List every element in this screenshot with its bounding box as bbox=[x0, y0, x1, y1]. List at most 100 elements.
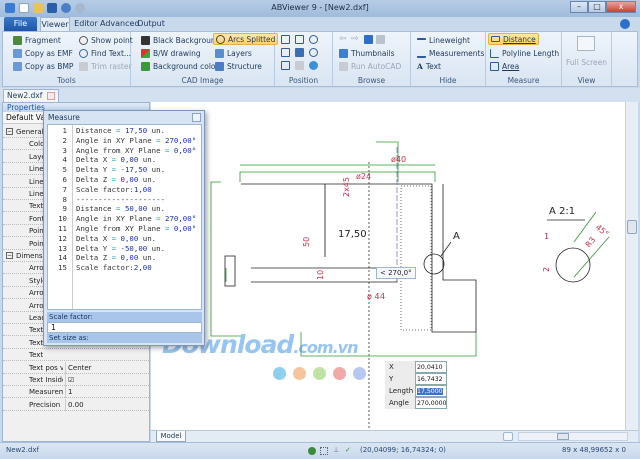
close-button[interactable]: x bbox=[606, 1, 636, 13]
dim-chamfer: 2x45 bbox=[342, 177, 351, 197]
ribbon-tabs: File Viewer Editor Advanced Output bbox=[0, 17, 640, 31]
previous-view-icon[interactable] bbox=[295, 61, 304, 70]
black-background-button[interactable]: Black Background bbox=[139, 34, 222, 46]
text-button[interactable]: A Text bbox=[415, 60, 443, 72]
measurements-button[interactable]: Measurements bbox=[415, 47, 486, 59]
distance-button[interactable]: Distance bbox=[488, 33, 539, 45]
zoom-out-icon[interactable] bbox=[309, 48, 318, 57]
group-label: Browse bbox=[357, 76, 386, 85]
fragment-button[interactable]: Fragment bbox=[11, 34, 63, 46]
copy-emf-button[interactable]: Copy as EMF bbox=[11, 47, 75, 59]
autocad-icon bbox=[339, 61, 348, 71]
zoom-rect-icon[interactable] bbox=[295, 35, 304, 44]
line-number: 14 bbox=[58, 253, 67, 263]
back-arrow-icon[interactable]: ⇦ bbox=[339, 34, 347, 44]
group-browse: ⇦ ⇨ Thumbnails Run AutoCAD Browse bbox=[333, 32, 411, 86]
property-value[interactable]: 1 bbox=[65, 386, 72, 399]
angle-input[interactable]: 270,0000 bbox=[415, 397, 447, 409]
layers-button[interactable]: Layers bbox=[213, 47, 254, 59]
area-button[interactable]: Area bbox=[488, 60, 521, 72]
reload-icon[interactable] bbox=[364, 35, 373, 44]
show-point-button[interactable]: Show point bbox=[77, 34, 135, 46]
tab-file[interactable]: File bbox=[4, 17, 37, 31]
maximize-button[interactable]: □ bbox=[588, 1, 606, 13]
property-row[interactable]: Measuremen1 bbox=[3, 386, 149, 399]
collapse-icon[interactable]: − bbox=[6, 252, 13, 259]
thumbnails-icon bbox=[339, 48, 348, 58]
group-label: Tools bbox=[57, 76, 76, 85]
line-number: 8 bbox=[62, 194, 67, 204]
layout-options-icon[interactable] bbox=[503, 432, 513, 441]
property-row[interactable]: Text Inside ☑ bbox=[3, 374, 149, 386]
fit-icon[interactable] bbox=[295, 48, 304, 57]
copy-bmp-button[interactable]: Copy as BMP bbox=[11, 60, 75, 72]
property-value[interactable]: Center bbox=[65, 361, 92, 374]
property-row[interactable]: Text bbox=[3, 349, 149, 362]
dim-50: 50 bbox=[302, 237, 311, 247]
property-name: Text pos ve bbox=[29, 363, 63, 372]
close-panel-icon[interactable] bbox=[192, 113, 201, 122]
tab-advanced[interactable]: Advanced bbox=[100, 17, 140, 31]
tab-editor[interactable]: Editor bbox=[72, 17, 100, 31]
collapse-icon[interactable]: − bbox=[6, 128, 13, 135]
thumbnails-button[interactable]: Thumbnails bbox=[337, 47, 397, 59]
tab-model[interactable]: Model bbox=[156, 431, 186, 442]
line-number: 15 bbox=[58, 263, 67, 273]
rotate-icon[interactable] bbox=[281, 61, 290, 70]
tab-output[interactable]: Output bbox=[137, 17, 165, 31]
scroll-thumb[interactable] bbox=[627, 220, 637, 234]
property-row[interactable]: Text pos veCenter bbox=[3, 361, 149, 374]
watermark-dot bbox=[313, 367, 326, 380]
pan-icon[interactable] bbox=[281, 48, 290, 57]
help-icon[interactable] bbox=[620, 19, 630, 29]
line-number: 1 bbox=[62, 126, 67, 135]
measure-line: Distance = 50,00 un. bbox=[76, 204, 166, 214]
structure-button[interactable]: Structure bbox=[213, 60, 264, 72]
property-row[interactable]: Precision 0.00 bbox=[3, 398, 149, 411]
close-tab-icon[interactable] bbox=[47, 92, 55, 100]
detail-d1: 1 bbox=[544, 232, 549, 241]
find-text-button[interactable]: Find Text... bbox=[77, 47, 133, 59]
scroll-thumb[interactable] bbox=[557, 433, 569, 440]
zoom-extents-icon[interactable] bbox=[309, 61, 318, 70]
full-screen-icon bbox=[577, 36, 595, 51]
background-color-button[interactable]: Background color bbox=[139, 60, 221, 72]
arcs-splitted-button[interactable]: Arcs Splitted bbox=[213, 33, 279, 45]
part-outline bbox=[241, 183, 477, 333]
grid-icon[interactable] bbox=[320, 447, 328, 455]
property-value[interactable]: 0.00 bbox=[65, 398, 84, 411]
measure-line: Distance = 17,50 un. bbox=[76, 126, 166, 135]
property-name: Measuremen bbox=[29, 388, 63, 397]
polyline-length-button[interactable]: Polyline Length bbox=[488, 47, 561, 59]
horizontal-scrollbar[interactable] bbox=[518, 432, 628, 441]
close-file-icon[interactable] bbox=[376, 35, 385, 44]
forward-arrow-icon[interactable]: ⇨ bbox=[351, 34, 359, 44]
y-input[interactable]: 16,7432 bbox=[415, 373, 447, 385]
scale-factor-input[interactable]: 1 bbox=[47, 322, 202, 333]
property-value[interactable]: ☑ bbox=[65, 374, 74, 386]
bw-drawing-button[interactable]: B/W drawing bbox=[139, 47, 203, 59]
title-bar: ABViewer 9 - [New2.dxf] – □ x bbox=[0, 0, 640, 17]
zoom-window-icon[interactable] bbox=[281, 35, 290, 44]
length-input[interactable]: 17,5000 bbox=[415, 385, 447, 397]
measure-output[interactable]: 1 2 3 4 5 6 7 8 9 10 11 12 13 14 15 Distance = 17,50 u… bbox=[47, 124, 202, 310]
document-tab[interactable]: New2.dxf bbox=[3, 89, 59, 102]
vertical-scrollbar[interactable] bbox=[625, 102, 638, 430]
length-label: Length bbox=[385, 385, 415, 397]
polar-icon[interactable]: ✓ bbox=[345, 443, 351, 458]
detail-d2: 2 bbox=[542, 267, 551, 272]
ortho-icon[interactable]: ⊥ bbox=[333, 443, 339, 458]
full-screen-button[interactable]: Full Screen bbox=[564, 56, 609, 68]
lineweight-button[interactable]: Lineweight bbox=[415, 34, 472, 46]
trim-raster-button[interactable]: Trim raster bbox=[77, 60, 134, 72]
property-name: Text bbox=[29, 351, 44, 360]
run-autocad-button[interactable]: Run AutoCAD bbox=[337, 60, 403, 72]
zoom-in-icon[interactable] bbox=[309, 35, 318, 44]
watermark-dot bbox=[353, 367, 366, 380]
x-input[interactable]: 20,0410 bbox=[415, 361, 447, 373]
tab-viewer[interactable]: Viewer bbox=[40, 17, 70, 31]
measure-line: Delta X = 0,00 un. bbox=[76, 233, 157, 243]
snap-icon[interactable] bbox=[308, 447, 316, 455]
minimize-button[interactable]: – bbox=[570, 1, 588, 13]
dim-d4: ø 4 bbox=[367, 292, 380, 301]
